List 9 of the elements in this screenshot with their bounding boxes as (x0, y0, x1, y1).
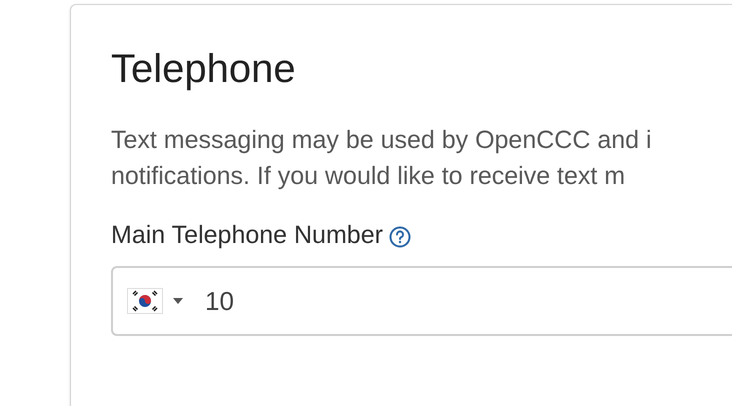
card-title: Telephone (111, 46, 296, 93)
caret-icon (173, 298, 183, 304)
help-icon[interactable] (388, 226, 411, 248)
country-selector[interactable] (127, 288, 183, 314)
description-text: Text messaging may be used by OpenCCC and i notifications. If you would like to receive text m (111, 125, 652, 192)
flag-icon (127, 288, 163, 314)
telephone-input[interactable]: 10 (111, 266, 732, 336)
phone-value: 10 (205, 284, 234, 318)
field-label: Main Telephone Number (111, 220, 383, 251)
